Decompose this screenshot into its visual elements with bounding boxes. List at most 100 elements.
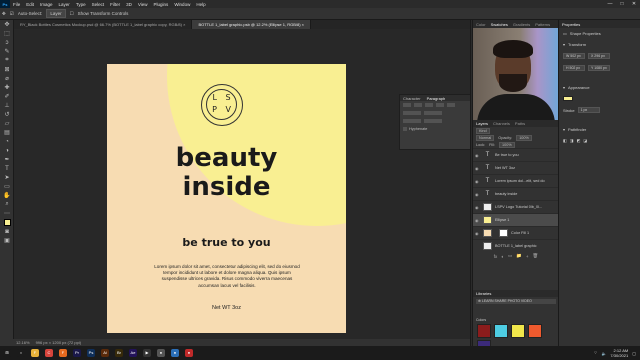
fx-icon[interactable]: fx — [494, 254, 498, 259]
subtract-icon[interactable]: ◨ — [570, 138, 574, 143]
color-swatches-icon[interactable] — [0, 218, 14, 227]
layer-row[interactable]: ◉ LSPV Logo Tutorial 0lb_0l... — [473, 200, 559, 213]
premiere-icon[interactable]: Pr — [70, 346, 84, 360]
tab-character[interactable]: Character — [403, 96, 421, 101]
auto-select-dropdown[interactable]: Layer — [46, 9, 66, 18]
chrome-icon[interactable]: C — [42, 346, 56, 360]
menu-edit[interactable]: Edit — [23, 2, 37, 7]
tab-channels[interactable]: Channels — [493, 121, 510, 126]
swatch-yellow[interactable] — [511, 324, 525, 338]
hand-tool-icon[interactable]: ✋ — [0, 191, 14, 200]
menu-window[interactable]: Window — [171, 2, 193, 7]
tab-swatches[interactable]: Swatches — [491, 22, 508, 27]
history-brush-tool-icon[interactable]: ↺ — [0, 110, 14, 119]
adjustment-layer-icon[interactable]: ◐ — [501, 254, 504, 259]
hyphenate-checkbox[interactable] — [403, 127, 407, 131]
tab-color[interactable]: Color — [476, 22, 486, 27]
new-layer-icon[interactable]: + — [526, 254, 529, 259]
tab-gradients[interactable]: Gradients — [513, 22, 530, 27]
quick-select-tool-icon[interactable]: ✎ — [0, 47, 14, 56]
tab-label-graphic[interactable]: BOTTLE 1_label graphic.psb @ 12.2% (Elli… — [192, 20, 311, 29]
show-transform-checkbox[interactable]: ☐ — [70, 11, 74, 17]
layer-row[interactable]: ◉ T Net WT 3oz — [473, 161, 559, 174]
align-center-icon[interactable] — [414, 103, 422, 107]
bridge-icon[interactable]: Br — [112, 346, 126, 360]
transform-header[interactable]: ▾ Transform — [559, 39, 640, 50]
trash-icon[interactable]: 🗑 — [533, 253, 539, 259]
justify-icon[interactable] — [436, 103, 444, 107]
maximize-button[interactable]: □ — [616, 1, 628, 7]
aftereffects-icon[interactable]: Ae — [126, 346, 140, 360]
document-canvas[interactable]: L S P V beauty inside be true to you Lor… — [107, 64, 346, 333]
move-tool-icon[interactable]: ✥ — [2, 11, 6, 17]
layer-row[interactable]: ◉ T Lorem ipsum dol...elit, sed do — [473, 174, 559, 187]
blur-tool-icon[interactable]: ◔ — [0, 137, 14, 146]
photoshop-logo-icon[interactable]: Ps — [0, 0, 10, 8]
illustrator-icon[interactable]: Ai — [98, 346, 112, 360]
stroke-width-field[interactable]: 1 px — [577, 107, 600, 113]
intersect-icon[interactable]: ◩ — [577, 138, 581, 143]
properties-title[interactable]: Properties — [559, 20, 640, 28]
quick-mask-icon[interactable]: ◙ — [0, 227, 14, 236]
menu-file[interactable]: File — [10, 2, 23, 7]
tab-paths[interactable]: Paths — [515, 121, 525, 126]
exclude-icon[interactable]: ◪ — [583, 138, 587, 143]
tab-layers[interactable]: Layers — [476, 121, 488, 126]
path-select-tool-icon[interactable]: ➤ — [0, 173, 14, 182]
dodge-tool-icon[interactable]: ◑ — [0, 146, 14, 155]
blend-mode-dropdown[interactable]: Normal — [476, 134, 495, 141]
visibility-eye-icon[interactable]: ◉ — [475, 218, 480, 223]
tab-paragraph[interactable]: Paragraph — [427, 96, 446, 101]
clock[interactable]: 2:12 AM 7/30/2021 — [610, 348, 628, 358]
height-field[interactable]: H 502 px — [563, 65, 585, 71]
frame-tool-icon[interactable]: ⊠ — [0, 65, 14, 74]
media-icon[interactable]: ▶ — [140, 346, 154, 360]
y-field[interactable]: Y 1080 px — [588, 65, 610, 71]
tab-patterns[interactable]: Patterns — [535, 22, 550, 27]
auto-select-checkbox[interactable]: ☑ — [10, 11, 14, 17]
layer-row[interactable]: ◉ T Be true to you — [473, 148, 559, 161]
menu-view[interactable]: View — [135, 2, 151, 7]
eyedropper-tool-icon[interactable]: ⌀ — [0, 74, 14, 83]
file-explorer-icon[interactable]: F — [28, 346, 42, 360]
app3-icon[interactable]: ● — [182, 346, 196, 360]
lasso-tool-icon[interactable]: ↄ — [0, 38, 14, 47]
brush-tool-icon[interactable]: ✐ — [0, 92, 14, 101]
zoom-tool-icon[interactable]: ⌕ — [0, 200, 14, 209]
pathfinder-header[interactable]: ▾ Pathfinder — [559, 124, 640, 135]
menu-3d[interactable]: 3D — [123, 2, 135, 7]
screen-mode-icon[interactable]: ▣ — [0, 236, 14, 245]
space-before-field[interactable] — [403, 119, 421, 123]
visibility-eye-icon[interactable]: ◉ — [475, 166, 480, 171]
indent-left-field[interactable] — [403, 111, 421, 115]
layer-row[interactable]: ◉ Color Fill 1 — [473, 226, 559, 239]
type-tool-icon[interactable]: T — [0, 164, 14, 173]
width-field[interactable]: W 502 px — [563, 53, 585, 59]
layer-row[interactable]: ◉ T beauty inside — [473, 187, 559, 200]
eraser-tool-icon[interactable]: ▱ — [0, 119, 14, 128]
x-field[interactable]: X 296 px — [588, 53, 610, 59]
visibility-eye-icon[interactable]: ◉ — [475, 205, 480, 210]
firefox-icon[interactable]: F — [56, 346, 70, 360]
indent-right-field[interactable] — [424, 111, 442, 115]
marquee-tool-icon[interactable]: ⬚ — [0, 29, 14, 38]
menu-filter[interactable]: Filter — [107, 2, 123, 7]
search-icon[interactable]: ○ — [14, 346, 28, 360]
fill-color-swatch[interactable] — [563, 96, 573, 101]
close-button[interactable]: ✕ — [628, 1, 640, 7]
space-after-field[interactable] — [424, 119, 442, 123]
app-icon[interactable]: ● — [154, 346, 168, 360]
visibility-eye-icon[interactable]: ◉ — [475, 231, 480, 236]
unite-icon[interactable]: ◧ — [563, 138, 567, 143]
library-dropdown[interactable]: ⊕ LEARN SHARE PHOTO VIDEO — [476, 299, 556, 304]
justify-all-icon[interactable] — [447, 103, 455, 107]
menu-help[interactable]: Help — [193, 2, 208, 7]
menu-layer[interactable]: Layer — [56, 2, 73, 7]
pen-tool-icon[interactable]: ✒ — [0, 155, 14, 164]
appearance-header[interactable]: ▾ Appearance — [559, 82, 640, 93]
menu-type[interactable]: Type — [73, 2, 89, 7]
opacity-field[interactable]: 100% — [516, 134, 532, 141]
more-tools-icon[interactable]: ⋯ — [0, 209, 14, 218]
swatch-red[interactable] — [477, 324, 491, 338]
gradient-tool-icon[interactable]: ▤ — [0, 128, 14, 137]
